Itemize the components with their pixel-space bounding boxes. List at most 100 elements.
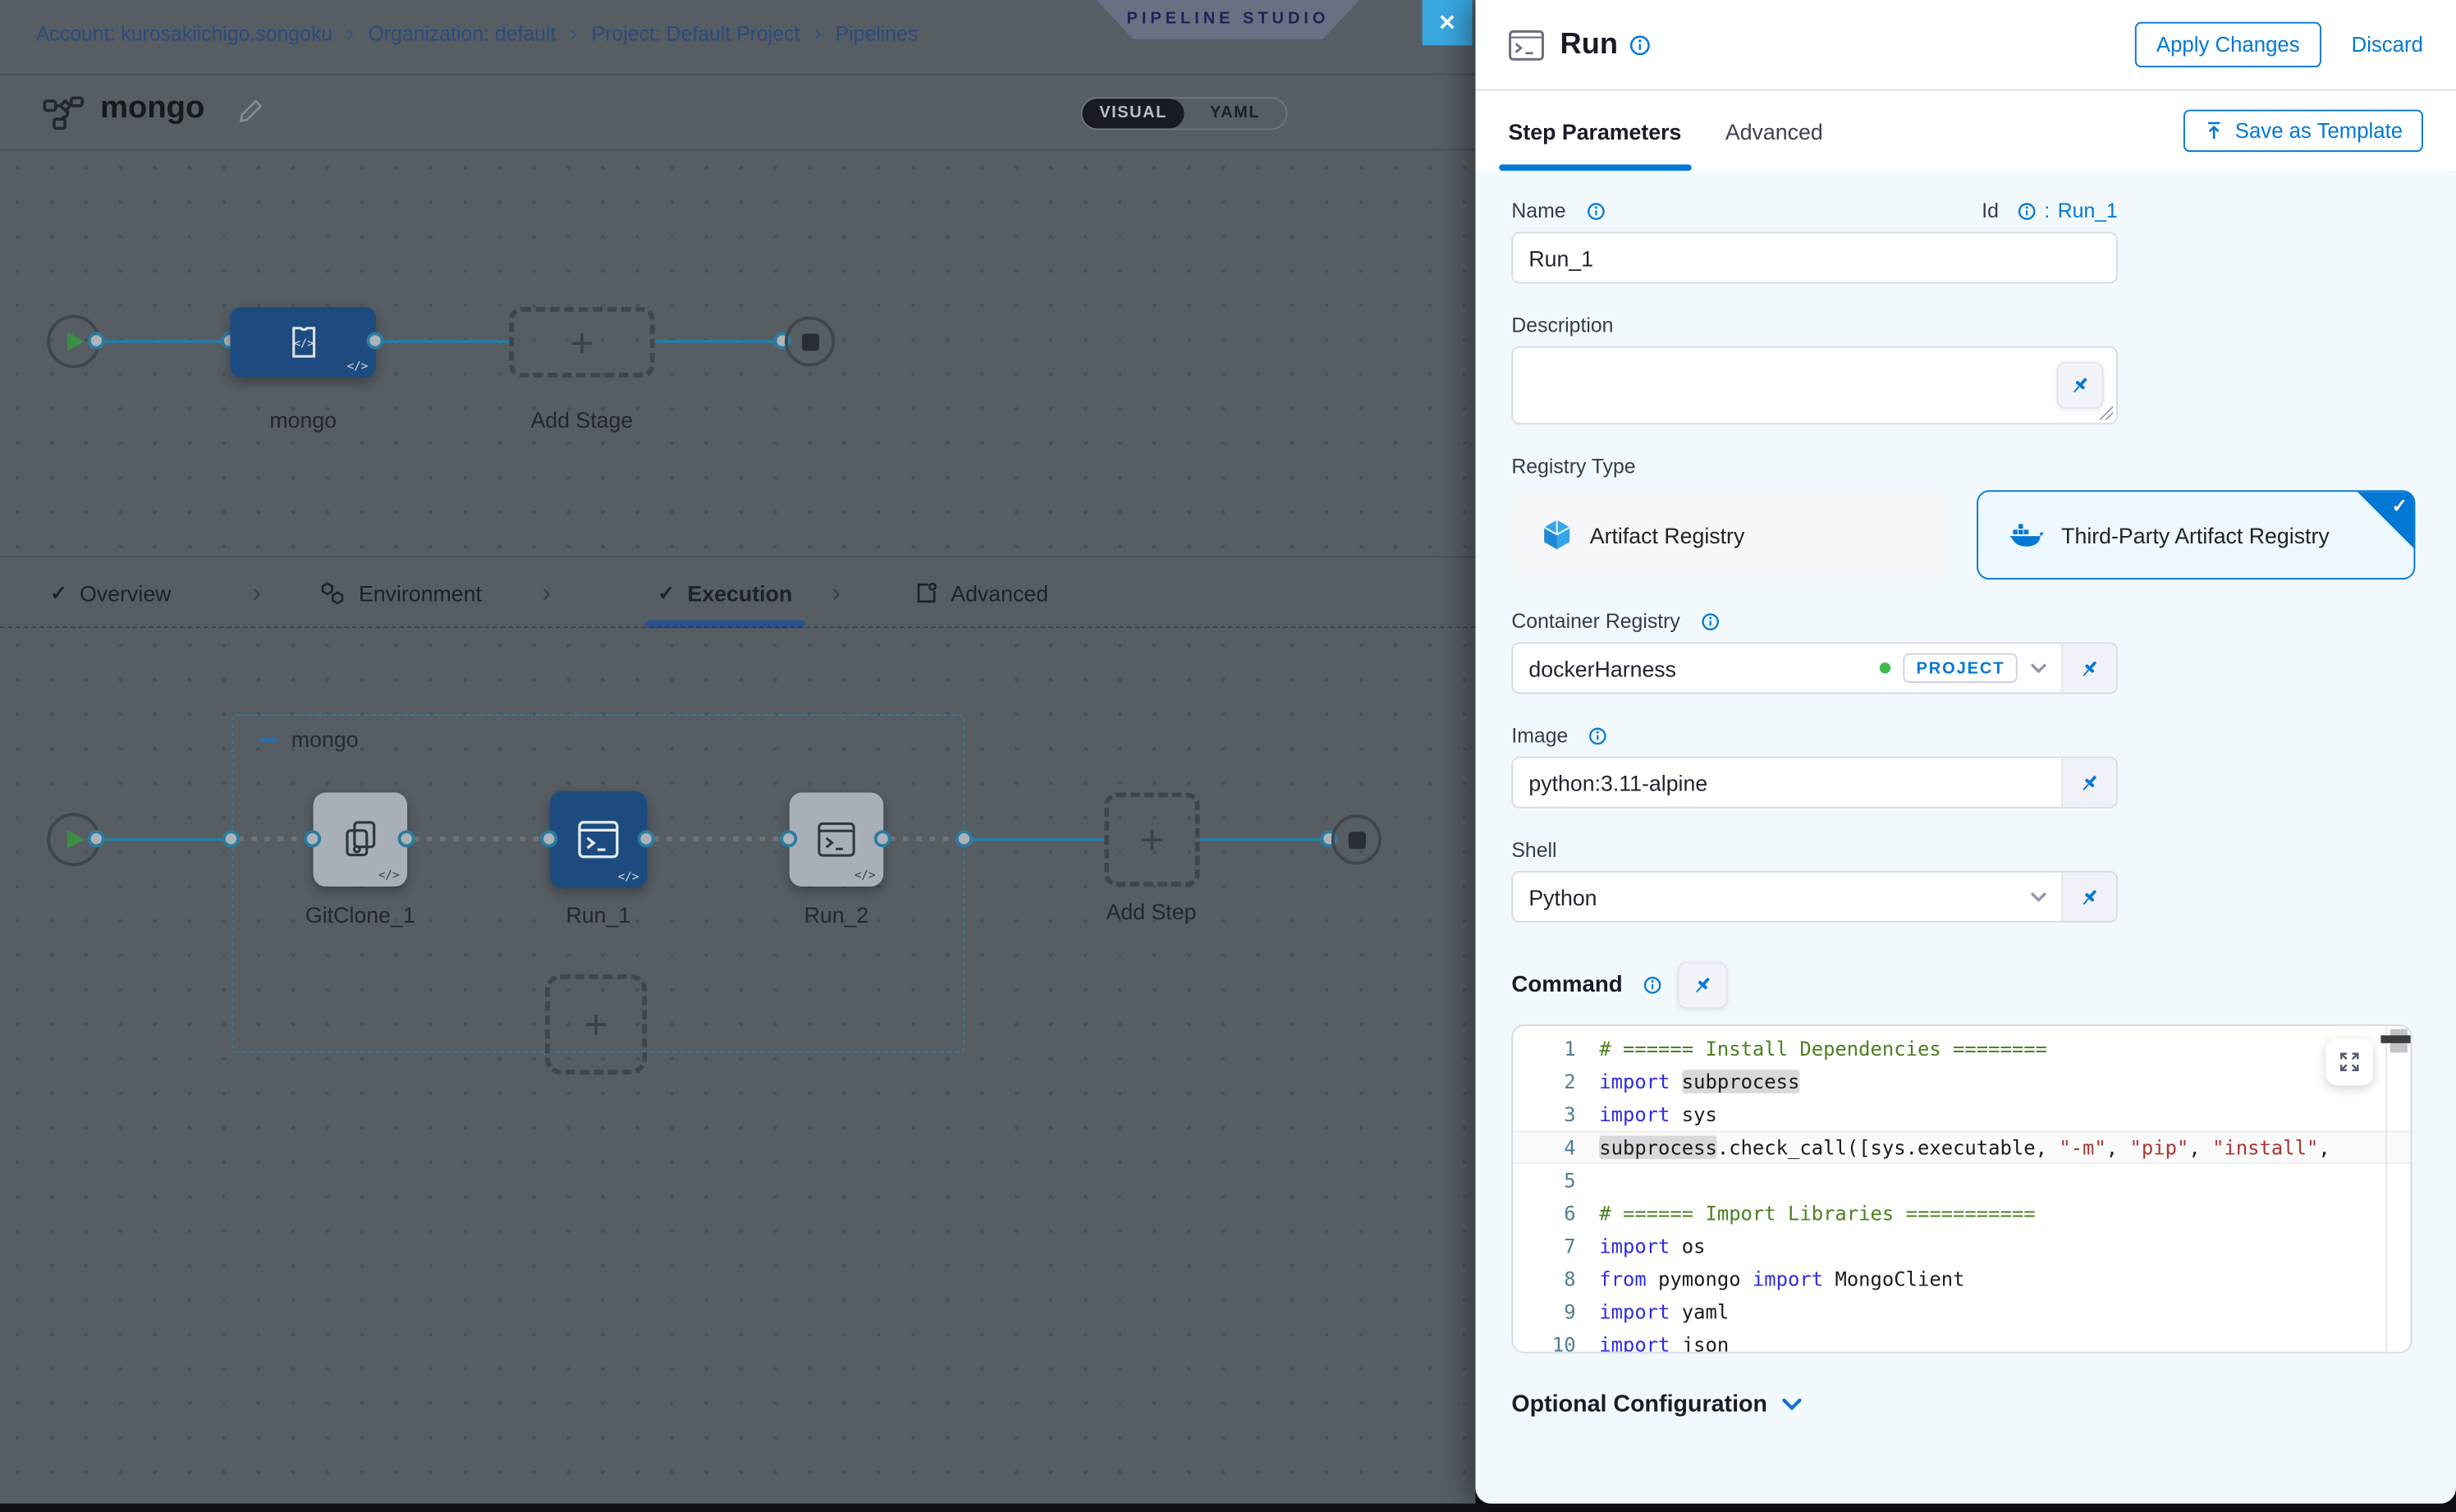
header-bar: Account: kurosakiichigo.songoku › Organi… bbox=[0, 0, 1475, 76]
step-node-run-2[interactable]: </> bbox=[790, 793, 883, 887]
tab-advanced[interactable]: Advanced bbox=[1725, 91, 1823, 171]
play-icon bbox=[67, 830, 85, 849]
pin-button[interactable] bbox=[2056, 362, 2103, 409]
scrollbar-dark-thumb[interactable] bbox=[2380, 1035, 2410, 1043]
svg-text:</>: </> bbox=[293, 338, 313, 351]
stage-node-mongo[interactable]: </> </> bbox=[230, 307, 375, 378]
image-input[interactable]: python:3.11-alpine bbox=[1513, 758, 2061, 807]
edit-pencil-icon[interactable] bbox=[238, 97, 264, 131]
dotted-edge bbox=[653, 836, 790, 841]
pin-icon bbox=[2078, 657, 2101, 679]
pipeline-graph-icon bbox=[43, 95, 85, 139]
tab-overview-label: Overview bbox=[80, 580, 171, 606]
add-parallel-step-button[interactable]: + bbox=[545, 974, 647, 1074]
name-input[interactable]: Run_1 bbox=[1511, 231, 2117, 283]
pin-button[interactable] bbox=[2061, 644, 2116, 692]
info-icon[interactable] bbox=[2018, 201, 2037, 220]
info-icon[interactable] bbox=[1586, 201, 1605, 220]
line-number: 10 bbox=[1513, 1328, 1599, 1354]
apply-changes-button[interactable]: Apply Changes bbox=[2134, 22, 2321, 67]
code-line: 2import subprocess bbox=[1513, 1065, 2410, 1098]
description-textarea[interactable] bbox=[1511, 346, 2117, 424]
check-icon: ✓ bbox=[50, 580, 67, 606]
line-number: 9 bbox=[1513, 1295, 1599, 1328]
resize-handle[interactable] bbox=[2099, 405, 2113, 419]
breadcrumb-project[interactable]: Project: Default Project bbox=[592, 22, 800, 46]
line-number: 5 bbox=[1513, 1164, 1599, 1197]
line-number: 3 bbox=[1513, 1098, 1599, 1131]
code-line: 7import os bbox=[1513, 1230, 2410, 1262]
collapse-minus-icon[interactable] bbox=[260, 738, 277, 743]
connector-dot-icon bbox=[88, 830, 105, 847]
step-label: Run_2 bbox=[758, 902, 915, 928]
line-number: 6 bbox=[1513, 1197, 1599, 1230]
save-as-template-button[interactable]: Save as Template bbox=[2183, 110, 2423, 153]
pin-button[interactable] bbox=[2061, 758, 2116, 807]
command-label: Command bbox=[1511, 973, 1622, 998]
id-value: Run_1 bbox=[2058, 199, 2118, 222]
container-registry-label: Container Registry bbox=[1511, 609, 1679, 633]
git-clone-icon bbox=[339, 818, 382, 861]
connector-dot-icon bbox=[398, 830, 415, 847]
code-line: 3import sys bbox=[1513, 1098, 2410, 1131]
toggle-visual[interactable]: VISUAL bbox=[1083, 99, 1184, 128]
expand-editor-button[interactable] bbox=[2326, 1038, 2373, 1085]
editor-scrollbar[interactable] bbox=[2385, 1026, 2411, 1352]
advanced-icon bbox=[914, 581, 938, 605]
toggle-yaml[interactable]: YAML bbox=[1184, 99, 1286, 128]
connector-dot-icon bbox=[367, 332, 384, 350]
tab-advanced[interactable]: Advanced bbox=[914, 557, 1048, 628]
add-step-button[interactable]: + bbox=[1104, 793, 1199, 887]
fullscreen-icon bbox=[2339, 1051, 2361, 1073]
pin-button[interactable] bbox=[2061, 873, 2116, 921]
id-label: Id bbox=[1982, 199, 1999, 222]
discard-button[interactable]: Discard bbox=[2352, 33, 2423, 57]
info-icon[interactable] bbox=[1643, 976, 1661, 995]
step-node-gitclone-1[interactable]: </> bbox=[314, 793, 407, 887]
code-line: 4subprocess.check_call([sys.executable, … bbox=[1513, 1131, 2410, 1164]
connector-dot-icon bbox=[540, 830, 557, 847]
container-registry-field[interactable]: dockerHarness PROJECT bbox=[1511, 642, 2117, 694]
panel-header: Run Apply Changes Discard bbox=[1475, 0, 2456, 91]
optional-configuration-toggle[interactable]: Optional Configuration bbox=[1511, 1391, 2423, 1417]
check-icon: ✓ bbox=[2392, 495, 2408, 517]
info-icon[interactable] bbox=[1588, 726, 1607, 745]
info-icon[interactable] bbox=[1701, 612, 1720, 630]
end-node bbox=[785, 316, 835, 366]
step-node-run-1-selected[interactable]: </> bbox=[550, 791, 647, 888]
registry-option-artifact-registry[interactable]: Artifact Registry bbox=[1511, 490, 1945, 580]
connector-dot-icon bbox=[955, 830, 973, 847]
code-line: 9import yaml bbox=[1513, 1295, 2410, 1328]
code-line: 8from pymongo import MongoClient bbox=[1513, 1262, 2410, 1295]
line-number: 1 bbox=[1513, 1032, 1599, 1065]
name-label: Name bbox=[1511, 199, 1565, 222]
execution-graph: mongo </> bbox=[0, 626, 1475, 1504]
code-lines: 1# ====== Install Dependencies ========2… bbox=[1513, 1026, 2410, 1354]
tab-execution[interactable]: ✓ Execution bbox=[658, 557, 792, 628]
tab-overview[interactable]: ✓ Overview bbox=[50, 557, 171, 628]
stop-icon bbox=[801, 332, 818, 350]
info-icon[interactable] bbox=[1629, 34, 1651, 56]
breadcrumb-pipelines[interactable]: Pipelines bbox=[836, 22, 919, 46]
tab-step-parameters[interactable]: Step Parameters bbox=[1509, 91, 1682, 171]
code-line: 5 bbox=[1513, 1164, 2410, 1197]
chevron-down-icon[interactable] bbox=[2030, 662, 2047, 674]
command-code-editor[interactable]: 1# ====== Install Dependencies ========2… bbox=[1511, 1024, 2412, 1354]
code-stage-icon: </> bbox=[282, 323, 323, 362]
line-number: 2 bbox=[1513, 1065, 1599, 1098]
id-separator: : bbox=[2044, 199, 2050, 222]
breadcrumb-organization[interactable]: Organization: default bbox=[368, 22, 556, 46]
stage-graph: </> </> + mongo Add Stage bbox=[0, 150, 1475, 556]
close-panel-button[interactable]: ✕ bbox=[1423, 0, 1473, 45]
connector-dot-icon bbox=[304, 830, 321, 847]
connector-dot-icon bbox=[638, 830, 655, 847]
add-stage-button[interactable]: + bbox=[509, 307, 654, 378]
breadcrumb-account[interactable]: Account: kurosakiichigo.songoku bbox=[36, 22, 332, 46]
line-number: 7 bbox=[1513, 1230, 1599, 1262]
shell-select[interactable]: Python bbox=[1513, 873, 2061, 921]
step-label: GitClone_1 bbox=[282, 902, 438, 928]
tab-environment[interactable]: Environment bbox=[319, 557, 482, 628]
group-label: mongo bbox=[291, 726, 359, 752]
pin-button[interactable] bbox=[1677, 962, 1727, 1009]
registry-option-third-party-selected[interactable]: Third-Party Artifact Registry ✓ bbox=[1977, 490, 2415, 580]
